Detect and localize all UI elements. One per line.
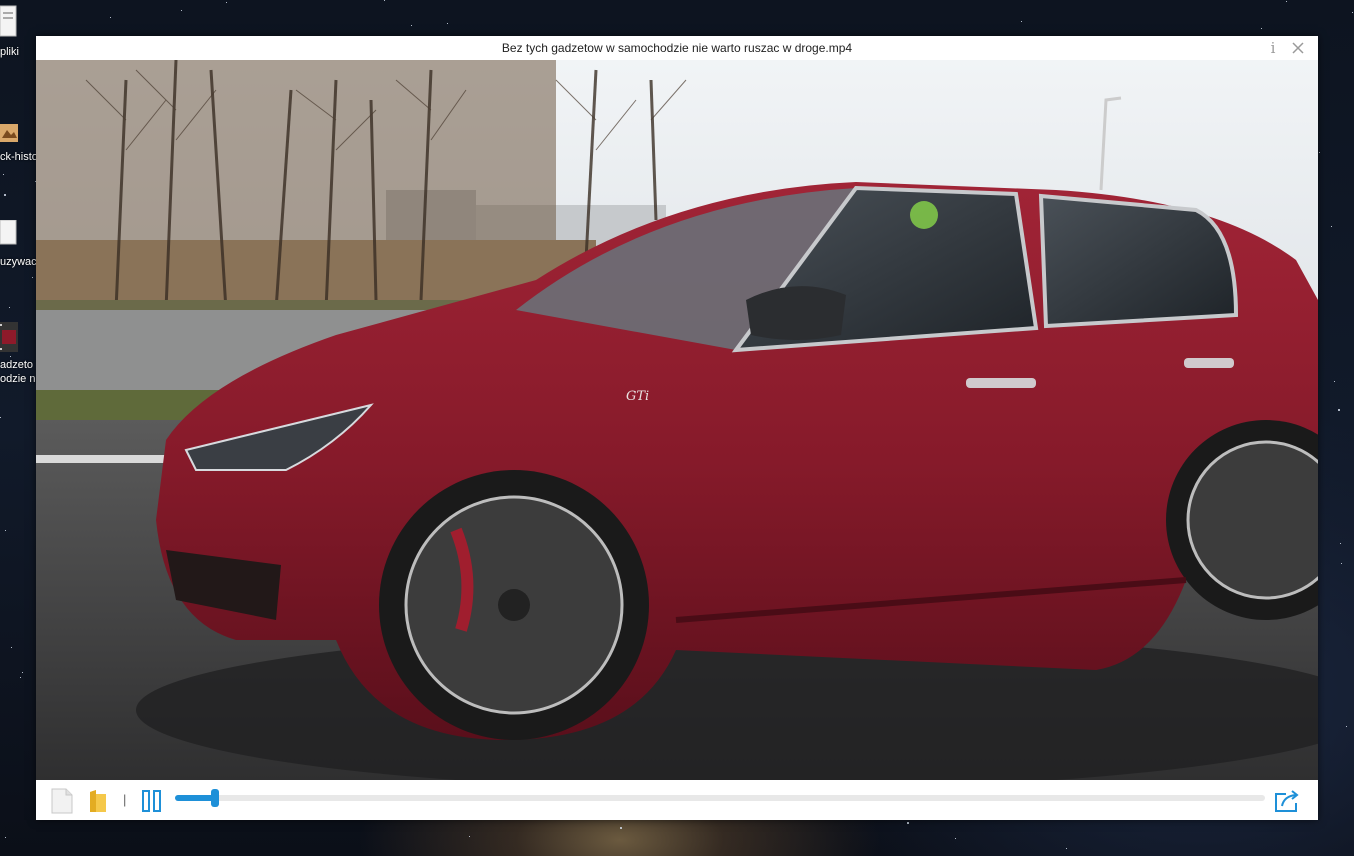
controls-separator: | bbox=[123, 792, 127, 807]
gti-badge: GTi bbox=[626, 389, 649, 404]
video-player-window: Bez tych gadzetow w samochodzie nie wart… bbox=[36, 36, 1318, 820]
star bbox=[1021, 21, 1022, 22]
star bbox=[469, 836, 470, 837]
window-title: Bez tych gadzetow w samochodzie nie wart… bbox=[501, 41, 853, 55]
star bbox=[20, 677, 21, 678]
info-icon[interactable]: i bbox=[1264, 39, 1282, 57]
titlebar[interactable]: Bez tych gadzetow w samochodzie nie wart… bbox=[36, 36, 1318, 60]
star bbox=[10, 356, 11, 357]
desktop-icon-label: uzywac bbox=[0, 256, 37, 268]
star bbox=[1338, 409, 1340, 411]
star bbox=[4, 194, 6, 196]
star bbox=[1261, 28, 1262, 29]
star bbox=[5, 530, 6, 531]
video-frame[interactable]: GTi bbox=[36, 60, 1318, 780]
star bbox=[1319, 152, 1320, 153]
seek-bar-progress bbox=[175, 795, 216, 801]
star bbox=[1341, 563, 1342, 564]
star bbox=[3, 174, 4, 175]
seek-bar-thumb[interactable] bbox=[211, 789, 220, 807]
folder-icon[interactable] bbox=[88, 788, 108, 814]
image-icon bbox=[0, 124, 18, 142]
share-icon[interactable] bbox=[1274, 788, 1302, 814]
desktop-icon-label: pliki bbox=[0, 46, 19, 58]
star bbox=[22, 672, 23, 673]
star bbox=[620, 827, 622, 829]
video-thumbnail-icon bbox=[0, 322, 18, 352]
star bbox=[11, 647, 12, 648]
video-scene: GTi bbox=[36, 60, 1318, 780]
file-icon[interactable] bbox=[51, 788, 73, 814]
document-icon bbox=[0, 5, 17, 37]
star bbox=[1340, 543, 1341, 544]
star bbox=[384, 0, 385, 1]
star bbox=[110, 17, 111, 18]
star bbox=[1334, 381, 1335, 382]
star bbox=[1066, 848, 1067, 849]
star bbox=[0, 417, 1, 418]
star bbox=[9, 307, 10, 308]
star bbox=[1331, 226, 1332, 227]
star bbox=[1286, 1, 1287, 2]
seek-bar[interactable] bbox=[175, 789, 1265, 807]
pause-icon[interactable] bbox=[142, 789, 162, 813]
star bbox=[955, 838, 956, 839]
desktop-icon-label: adzeto bbox=[0, 359, 34, 371]
close-icon[interactable] bbox=[1289, 39, 1307, 57]
star bbox=[226, 2, 227, 3]
desktop-icon-label: ck-histo bbox=[0, 151, 38, 163]
star bbox=[32, 277, 33, 278]
star bbox=[447, 23, 448, 24]
document-icon bbox=[0, 220, 17, 245]
star bbox=[5, 837, 6, 838]
star bbox=[1352, 12, 1353, 13]
star bbox=[1346, 726, 1347, 727]
star bbox=[181, 10, 182, 11]
star bbox=[411, 25, 412, 26]
star bbox=[907, 822, 909, 824]
desktop-icon-label: odzie n bbox=[0, 373, 36, 385]
